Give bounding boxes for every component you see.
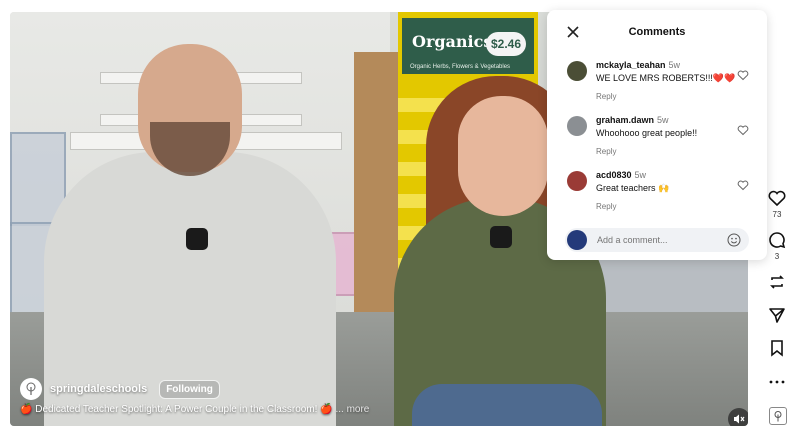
panel-title: Comments bbox=[628, 26, 686, 38]
wood-panel bbox=[354, 52, 400, 312]
lapel-mic bbox=[186, 228, 208, 250]
share-send-icon[interactable] bbox=[767, 305, 787, 325]
heart-outline-icon[interactable] bbox=[737, 179, 749, 191]
woman-face bbox=[458, 96, 548, 216]
comment-header: mckayla_teahan 5w bbox=[596, 60, 680, 70]
comment-time: 5w bbox=[634, 170, 647, 180]
comment-text: Great teachers 🙌 bbox=[596, 183, 670, 193]
caption-text: Dedicated Teacher Spotlight: A Power Cou… bbox=[35, 404, 318, 415]
caption-emoji: 🍎 bbox=[320, 404, 333, 415]
more-link[interactable]: ... more bbox=[335, 404, 369, 415]
commenter-avatar[interactable] bbox=[567, 116, 587, 136]
comments-panel: Comments mckayla_teahan 5w WE LOVE MRS RO… bbox=[547, 10, 767, 260]
audio-profile-thumbnail[interactable] bbox=[769, 407, 787, 425]
author-username[interactable]: springdaleschools bbox=[50, 383, 147, 395]
comment-text: WE LOVE MRS ROBERTS!!!❤️❤️ bbox=[596, 73, 736, 83]
like-count: 73 bbox=[772, 210, 782, 219]
caption-emoji: 🍎 bbox=[20, 404, 33, 415]
mute-button[interactable] bbox=[728, 408, 748, 426]
comment-header: graham.dawn 5w bbox=[596, 115, 669, 125]
like-heart-icon[interactable] bbox=[767, 188, 787, 208]
display-brand: Organics bbox=[412, 32, 493, 51]
tree-logo-icon bbox=[774, 411, 782, 422]
comment-time: 5w bbox=[657, 115, 669, 125]
commenter-username[interactable]: mckayla_teahan bbox=[596, 60, 666, 70]
reply-link[interactable]: Reply bbox=[596, 147, 616, 156]
reply-link[interactable]: Reply bbox=[596, 202, 616, 211]
lapel-mic bbox=[490, 226, 512, 248]
display-header: Organics $2.46 Organic Herbs, Flowers & … bbox=[402, 18, 534, 74]
emoji-icon[interactable] bbox=[727, 233, 741, 247]
current-user-avatar bbox=[567, 230, 587, 250]
commenter-username[interactable]: graham.dawn bbox=[596, 115, 654, 125]
author-avatar[interactable] bbox=[20, 378, 42, 400]
repost-icon[interactable] bbox=[767, 272, 787, 292]
display-price: $2.46 bbox=[486, 32, 526, 56]
comment-header: acd0830 5w bbox=[596, 170, 646, 180]
commenter-avatar[interactable] bbox=[567, 171, 587, 191]
post-caption: 🍎 Dedicated Teacher Spotlight: A Power C… bbox=[20, 404, 369, 415]
woman-jeans bbox=[412, 384, 602, 426]
tree-logo-icon bbox=[26, 382, 36, 395]
add-comment-input[interactable] bbox=[595, 234, 723, 246]
speaker-muted-icon bbox=[734, 414, 745, 424]
more-options-icon[interactable] bbox=[767, 372, 787, 392]
following-button[interactable]: Following bbox=[159, 379, 220, 399]
comment-text: Whoohooo great people!! bbox=[596, 128, 698, 138]
reply-link[interactable]: Reply bbox=[596, 92, 616, 101]
commenter-avatar[interactable] bbox=[567, 61, 587, 81]
action-rail: 73 3 bbox=[762, 0, 792, 435]
heart-outline-icon[interactable] bbox=[737, 124, 749, 136]
display-tagline: Organic Herbs, Flowers & Vegetables bbox=[410, 64, 511, 70]
post-author: springdaleschools Following bbox=[20, 378, 220, 400]
commenter-username[interactable]: acd0830 bbox=[596, 170, 632, 180]
comment-bubble-icon[interactable] bbox=[767, 230, 787, 250]
bookmark-icon[interactable] bbox=[767, 338, 787, 358]
comment-count: 3 bbox=[774, 252, 780, 261]
add-comment-bar bbox=[565, 228, 749, 252]
heart-outline-icon[interactable] bbox=[737, 69, 749, 81]
comment-time: 5w bbox=[668, 60, 681, 70]
